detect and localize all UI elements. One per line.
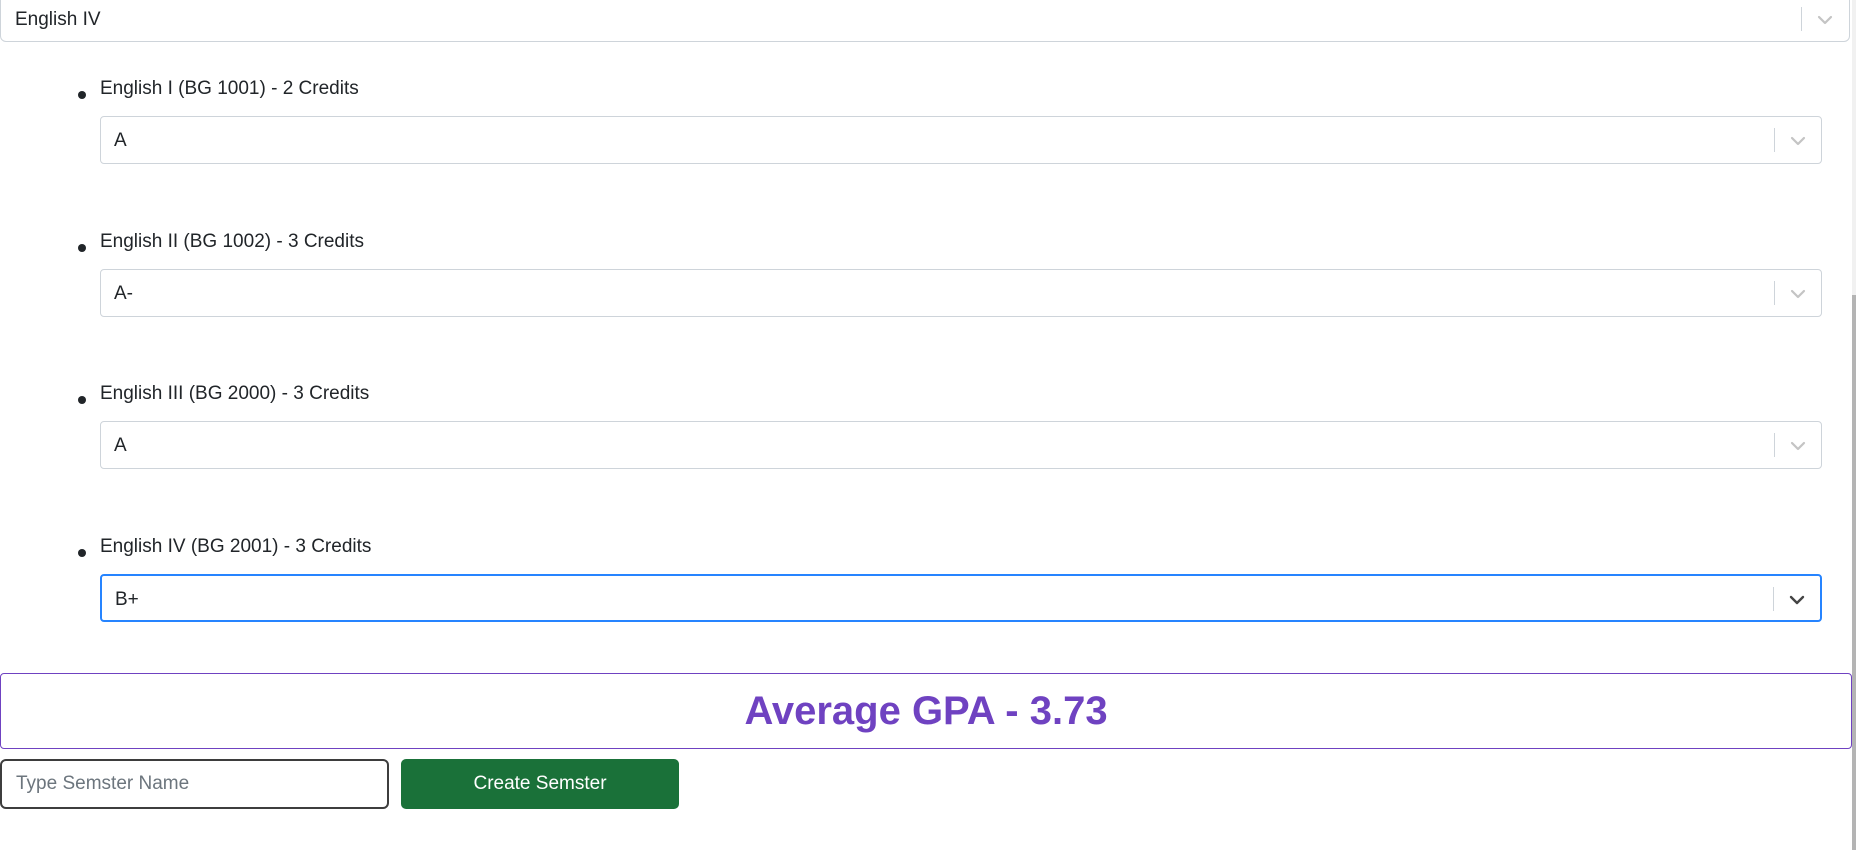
average-gpa-text: Average GPA - 3.73 [744,689,1108,733]
bullet-icon [78,396,86,404]
grade-select[interactable]: A [100,421,1822,469]
grade-select-value: A [114,130,127,151]
gpa-summary: Average GPA - 3.73 [0,673,1852,749]
course-select-value: English IV [15,9,101,30]
course-select[interactable]: English IV [0,0,1850,42]
grade-select-value: A- [114,283,133,304]
chevron-down-icon[interactable] [1815,10,1835,35]
grade-select[interactable]: A- [100,269,1822,317]
select-separator [1774,128,1775,152]
chevron-down-icon[interactable] [1788,436,1808,461]
grade-select-value: A [114,435,127,456]
chevron-down-icon[interactable] [1787,590,1807,615]
scrollbar-thumb[interactable] [1852,295,1856,850]
grade-select[interactable]: B+ [100,574,1822,622]
select-separator [1774,281,1775,305]
gpa-calculator-page: English IV English I (BG 1001) - 2 Credi… [0,0,1856,850]
grade-select-value: B+ [115,589,139,610]
bullet-icon [78,91,86,99]
select-separator [1801,7,1802,31]
select-separator [1773,587,1774,611]
course-title: English II (BG 1002) - 3 Credits [100,231,364,252]
course-title: English I (BG 1001) - 2 Credits [100,78,359,99]
chevron-down-icon[interactable] [1788,284,1808,309]
chevron-down-icon[interactable] [1788,131,1808,156]
semester-name-input[interactable] [0,759,389,809]
bullet-icon [78,549,86,557]
create-semester-button[interactable]: Create Semster [401,759,679,809]
course-title: English III (BG 2000) - 3 Credits [100,383,370,404]
select-separator [1774,433,1775,457]
grade-select[interactable]: A [100,116,1822,164]
bullet-icon [78,244,86,252]
page-scrollbar[interactable] [1852,0,1856,850]
course-title: English IV (BG 2001) - 3 Credits [100,536,372,557]
